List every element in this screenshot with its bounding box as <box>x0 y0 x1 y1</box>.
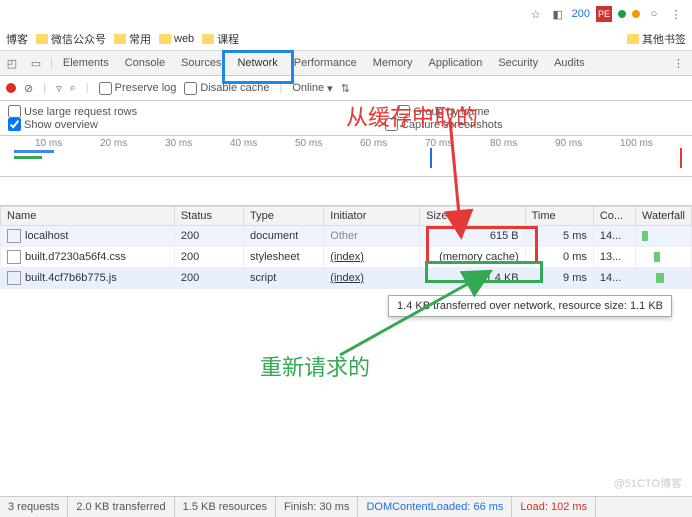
network-toolbar: ⊘ | ▿ ⌕ | Preserve log Disable cache | O… <box>0 76 692 101</box>
folder-icon <box>202 34 214 44</box>
timeline-tick: 80 ms <box>490 138 517 149</box>
tab-application[interactable]: Application <box>421 51 491 75</box>
col-time[interactable]: Time <box>525 207 593 226</box>
timeline-tick: 20 ms <box>100 138 127 149</box>
tab-audits[interactable]: Audits <box>546 51 593 75</box>
annotation-highlight <box>426 226 538 264</box>
tab-memory[interactable]: Memory <box>365 51 421 75</box>
devtools-tabs: ◰ ▭ | Elements Console Sources Network P… <box>0 51 692 76</box>
tab-sources[interactable]: Sources <box>173 51 229 75</box>
arrow-icon <box>330 275 490 355</box>
preserve-log-checkbox[interactable]: Preserve log <box>99 82 177 95</box>
browser-toolbar: ☆ ◧ 200 PE ○ ⋮ <box>0 0 692 28</box>
status-dot-green-icon <box>618 10 626 18</box>
timeline-tick: 10 ms <box>35 138 62 149</box>
pe-extension-icon[interactable]: PE <box>596 6 612 22</box>
bookmark-folder[interactable]: 常用 <box>114 31 151 47</box>
devtools-more-icon[interactable]: ⋮ <box>665 57 692 70</box>
arrow-icon <box>430 120 470 230</box>
tab-elements[interactable]: Elements <box>55 51 117 75</box>
bookmark-folder[interactable]: 课程 <box>202 31 239 47</box>
col-type[interactable]: Type <box>244 207 324 226</box>
waterfall-bar <box>656 273 664 283</box>
ext-count: 200 <box>572 8 590 20</box>
folder-icon <box>36 34 48 44</box>
file-icon <box>7 229 21 243</box>
waterfall-bar <box>642 231 648 241</box>
timeline-tick: 100 ms <box>620 138 653 149</box>
tab-network[interactable]: Network <box>229 51 285 75</box>
status-resources: 1.5 KB resources <box>175 497 276 517</box>
show-overview-checkbox[interactable]: Show overview <box>8 118 98 131</box>
clear-icon[interactable]: ⊘ <box>24 82 33 95</box>
tab-console[interactable]: Console <box>117 51 173 75</box>
table-row[interactable]: built.d7230a56f4.css 200 stylesheet (ind… <box>1 247 692 268</box>
col-initiator[interactable]: Initiator <box>324 207 420 226</box>
status-load: Load: 102 ms <box>512 497 596 517</box>
filter-icon[interactable]: ▿ <box>56 82 62 95</box>
bookmarks-bar: 博客 微信公众号 常用 web 课程 其他书签 <box>0 28 692 51</box>
status-transferred: 2.0 KB transferred <box>68 497 174 517</box>
throttle-icon[interactable]: ⇅ <box>341 82 350 95</box>
timeline-tick: 50 ms <box>295 138 322 149</box>
large-rows-checkbox[interactable]: Use large request rows <box>8 105 137 118</box>
timeline-bar <box>14 150 54 153</box>
col-name[interactable]: Name <box>1 207 175 226</box>
tab-performance[interactable]: Performance <box>286 51 365 75</box>
status-bar: 3 requests 2.0 KB transferred 1.5 KB res… <box>0 496 692 517</box>
file-icon <box>7 271 21 285</box>
watermark: @51CTO博客 <box>614 475 682 491</box>
profile-icon[interactable]: ○ <box>646 6 662 22</box>
load-marker <box>680 148 682 168</box>
col-status[interactable]: Status <box>174 207 243 226</box>
folder-icon <box>627 34 639 44</box>
timeline-tick: 90 ms <box>555 138 582 149</box>
online-select[interactable]: Online ▾ <box>292 82 332 95</box>
file-icon <box>7 250 21 264</box>
status-dot-orange-icon <box>632 10 640 18</box>
status-finish: Finish: 30 ms <box>276 497 358 517</box>
folder-icon <box>114 34 126 44</box>
star-icon[interactable]: ☆ <box>528 6 544 22</box>
record-button[interactable] <box>6 83 16 93</box>
inspect-icon[interactable]: ◰ <box>0 57 24 70</box>
search-icon[interactable]: ⌕ <box>70 82 76 95</box>
folder-icon <box>159 34 171 44</box>
apps-icon[interactable]: ◧ <box>550 6 566 22</box>
disable-cache-checkbox[interactable]: Disable cache <box>184 82 269 95</box>
status-requests: 3 requests <box>0 497 68 517</box>
timeline-bar <box>14 156 42 159</box>
timeline-tick: 30 ms <box>165 138 192 149</box>
timeline-overview[interactable]: 10 ms 20 ms 30 ms 40 ms 50 ms 60 ms 70 m… <box>0 136 692 177</box>
waterfall-bar <box>654 252 660 262</box>
device-icon[interactable]: ▭ <box>24 57 48 70</box>
bookmark-folder[interactable]: web <box>159 33 194 45</box>
timeline-tick: 60 ms <box>360 138 387 149</box>
col-connection[interactable]: Co... <box>593 207 635 226</box>
bookmark-item[interactable]: 博客 <box>6 31 28 47</box>
menu-icon[interactable]: ⋮ <box>668 6 684 22</box>
timeline-tick: 40 ms <box>230 138 257 149</box>
col-waterfall[interactable]: Waterfall <box>636 207 692 226</box>
status-dom: DOMContentLoaded: 66 ms <box>358 497 512 517</box>
spacer <box>0 177 692 206</box>
table-row[interactable]: localhost 200 document Other 615 B 5 ms … <box>1 226 692 247</box>
other-bookmarks[interactable]: 其他书签 <box>627 31 686 47</box>
tab-security[interactable]: Security <box>490 51 546 75</box>
bookmark-folder[interactable]: 微信公众号 <box>36 31 106 47</box>
